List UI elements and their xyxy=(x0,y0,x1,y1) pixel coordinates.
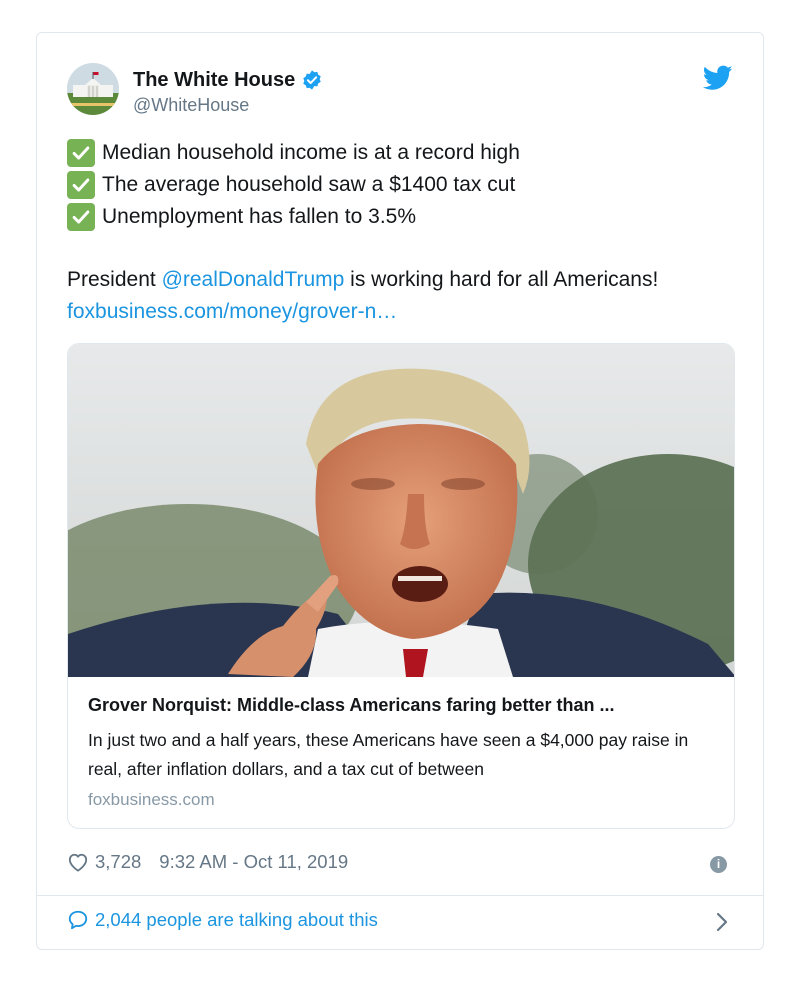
checklist-text: Median household income is at a record h… xyxy=(102,141,520,164)
divider xyxy=(37,895,763,896)
checklist-item: Unemployment has fallen to 3.5% xyxy=(67,201,520,233)
tweet-paragraph: President @realDonaldTrump is working ha… xyxy=(67,264,658,328)
tweet-card: The White House @WhiteHouse Median house… xyxy=(36,32,764,950)
checklist-item: The average household saw a $1400 tax cu… xyxy=(67,169,520,201)
tweet-timestamp[interactable]: 9:32 AM - Oct 11, 2019 xyxy=(159,851,348,873)
like-count[interactable]: 3,728 xyxy=(95,851,141,873)
checklist-text: The average household saw a $1400 tax cu… xyxy=(102,173,516,196)
paragraph-prefix: President xyxy=(67,268,162,291)
info-icon[interactable]: i xyxy=(710,856,727,873)
account-name[interactable]: The White House xyxy=(133,69,295,92)
heart-icon[interactable] xyxy=(67,852,89,872)
article-link[interactable]: foxbusiness.com/money/grover-n… xyxy=(67,300,397,323)
checklist-text: Unemployment has fallen to 3.5% xyxy=(102,205,417,228)
mention-link[interactable]: @realDonaldTrump xyxy=(162,268,345,291)
preview-domain: foxbusiness.com xyxy=(88,790,215,809)
check-mark-icon xyxy=(67,203,95,231)
preview-image[interactable] xyxy=(68,344,734,677)
comment-bubble-icon xyxy=(68,910,88,930)
chevron-right-icon[interactable] xyxy=(715,911,729,933)
check-mark-icon xyxy=(67,171,95,199)
check-mark-icon xyxy=(67,139,95,167)
checklist-item: Median household income is at a record h… xyxy=(67,137,520,169)
talking-text[interactable]: 2,044 people are talking about this xyxy=(95,909,378,931)
preview-title[interactable]: Grover Norquist: Middle-class Americans … xyxy=(88,692,718,718)
link-preview-card[interactable]: Grover Norquist: Middle-class Americans … xyxy=(67,343,735,829)
white-house-avatar-image xyxy=(67,63,119,115)
tweet-meta: 3,728 9:32 AM - Oct 11, 2019 xyxy=(67,851,348,873)
paragraph-suffix: is working hard for all Americans! xyxy=(344,268,659,291)
tweet-checklist: Median household income is at a record h… xyxy=(67,137,520,233)
conversation-link[interactable]: 2,044 people are talking about this xyxy=(67,909,378,931)
twitter-bird-icon[interactable] xyxy=(703,65,733,91)
avatar[interactable] xyxy=(67,63,119,115)
account-handle[interactable]: @WhiteHouse xyxy=(133,95,249,116)
verified-badge-icon xyxy=(303,70,321,90)
preview-description: In just two and a half years, these Amer… xyxy=(88,730,689,779)
